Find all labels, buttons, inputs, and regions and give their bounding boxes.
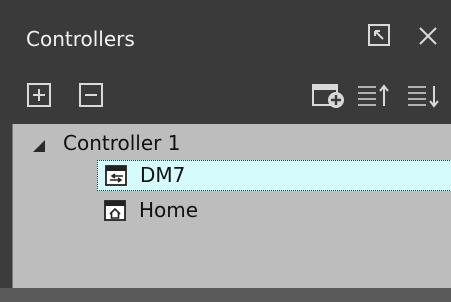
minus-box-icon[interactable] [78,82,104,108]
undock-icon[interactable] [366,22,392,48]
panel-toolbar [0,72,451,120]
tree-item-controller-1[interactable]: Controller 1 [13,128,451,159]
panel-bottom-edge [0,288,451,302]
controllers-tree: Controller 1 DM7 Home [12,124,451,302]
tree-item-home[interactable]: Home [97,196,451,227]
list-move-up-icon[interactable] [356,82,392,110]
expanded-triangle-icon[interactable] [31,138,47,159]
device-window-icon [104,164,130,193]
list-move-down-icon[interactable] [406,82,451,110]
panel-titlebar: Controllers [0,0,451,72]
panel-title: Controllers [26,27,135,51]
tree-item-label: DM7 [140,163,186,187]
plus-box-icon[interactable] [26,82,52,108]
controllers-panel: Controllers Controller 1 DM7 Home [0,0,451,302]
new-window-icon[interactable] [310,80,346,110]
tree-item-dm7[interactable]: DM7 [97,160,451,191]
home-window-icon [103,199,129,228]
close-icon[interactable] [416,22,440,48]
tree-item-label: Home [139,198,199,222]
tree-item-label: Controller 1 [63,131,181,155]
